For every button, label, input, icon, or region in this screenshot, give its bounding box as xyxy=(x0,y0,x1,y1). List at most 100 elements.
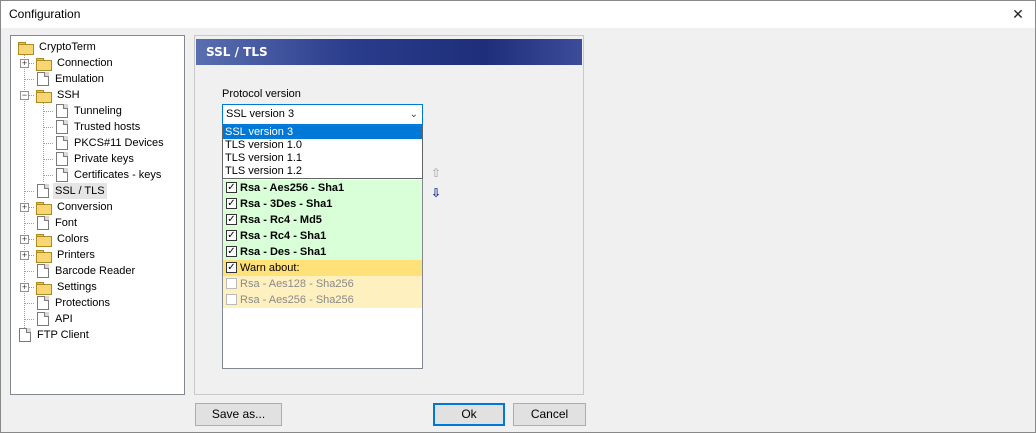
tree-item-barcode-reader[interactable]: Barcode Reader xyxy=(35,263,137,279)
protocol-option[interactable]: TLS version 1.0 xyxy=(223,139,422,152)
tree-item-label: FTP Client xyxy=(37,329,89,341)
tree-item-api[interactable]: API xyxy=(35,311,75,327)
folder-icon xyxy=(35,57,52,71)
tree-expander[interactable]: + xyxy=(20,59,29,68)
tree-item-label: Connection xyxy=(57,57,113,69)
tree-item-label: SSH xyxy=(57,89,80,101)
tree-item-printers[interactable]: Printers xyxy=(35,247,97,263)
tree-item-label: Conversion xyxy=(57,201,113,213)
tree-item-label: Printers xyxy=(57,249,95,261)
tree-item-label: Colors xyxy=(57,233,89,245)
ok-button[interactable]: Ok xyxy=(433,403,505,426)
cipher-row[interactable]: ✓ Rsa - Rc4 - Sha1 xyxy=(223,228,422,244)
tree-item-colors[interactable]: Colors xyxy=(35,231,91,247)
tree-item-cryptoterm[interactable]: CryptoTerm xyxy=(17,39,98,55)
tree-item-label: Private keys xyxy=(74,153,134,165)
tree-item-label: Certificates - keys xyxy=(74,169,162,181)
window-title: Configuration xyxy=(9,7,81,21)
cipher-label: Rsa - Aes256 - Sha1 xyxy=(240,182,345,194)
cipher-checkbox[interactable]: ✓ xyxy=(226,214,237,225)
cipher-row[interactable]: Rsa - Aes256 - Sha256 xyxy=(223,292,422,308)
protocol-option[interactable]: SSL version 3 xyxy=(223,126,422,139)
protocol-version-label: Protocol version xyxy=(222,88,301,100)
title-bar: Configuration ✕ xyxy=(1,1,1035,28)
page-icon xyxy=(37,296,49,310)
tree-item-label: SSL / TLS xyxy=(53,183,107,199)
protocol-version-dropdown[interactable]: SSL version 3 TLS version 1.0 TLS version … xyxy=(222,125,423,179)
tree-item-label: API xyxy=(55,313,73,325)
protocol-version-select[interactable]: SSL version 3 ⌄ xyxy=(222,104,423,125)
page-icon xyxy=(56,168,68,182)
tree-expander[interactable]: + xyxy=(20,203,29,212)
settings-tree[interactable]: CryptoTerm + Connection Emulation − SSH Tunnel… xyxy=(10,35,185,395)
tree-item-ssl-tls[interactable]: SSL / TLS xyxy=(35,183,107,199)
panel-title: SSL / TLS xyxy=(196,39,582,65)
folder-icon xyxy=(35,281,52,295)
cipher-row[interactable]: ✓ Rsa - 3Des - Sha1 xyxy=(223,196,422,212)
tree-item-label: Settings xyxy=(57,281,97,293)
page-icon xyxy=(37,312,49,326)
move-down-icon[interactable]: ⇩ xyxy=(431,186,441,200)
protocol-option[interactable]: TLS version 1.1 xyxy=(223,152,422,165)
ssl-tls-panel: SSL / TLS Protocol version SSL version 3… xyxy=(194,35,584,395)
protocol-option[interactable]: TLS version 1.2 xyxy=(223,165,422,178)
tree-item-certificates-keys[interactable]: Certificates - keys xyxy=(54,167,163,183)
tree-expander[interactable]: − xyxy=(20,91,29,100)
page-icon xyxy=(37,72,49,86)
tree-item-private-keys[interactable]: Private keys xyxy=(54,151,136,167)
tree-item-ssh[interactable]: SSH xyxy=(35,87,82,103)
tree-item-pkcs-11-devices[interactable]: PKCS#11 Devices xyxy=(54,135,166,151)
tree-expander[interactable]: + xyxy=(20,235,29,244)
page-icon xyxy=(56,120,68,134)
cancel-button[interactable]: Cancel xyxy=(513,403,586,426)
folder-icon xyxy=(35,233,52,247)
tree-item-trusted-hosts[interactable]: Trusted hosts xyxy=(54,119,142,135)
cipher-label: Rsa - 3Des - Sha1 xyxy=(240,198,333,210)
tree-item-label: CryptoTerm xyxy=(39,41,96,53)
folder-icon xyxy=(35,249,52,263)
configuration-window: Configuration ✕ CryptoTerm + Connection Emu… xyxy=(0,0,1036,433)
protocol-version-value: SSL version 3 xyxy=(226,108,295,120)
tree-item-label: Emulation xyxy=(55,73,104,85)
tree-item-conversion[interactable]: Conversion xyxy=(35,199,115,215)
page-icon xyxy=(37,184,49,198)
cipher-checkbox[interactable]: ✓ xyxy=(226,198,237,209)
tree-item-font[interactable]: Font xyxy=(35,215,79,231)
cipher-label: Rsa - Rc4 - Md5 xyxy=(240,214,322,226)
page-icon xyxy=(56,136,68,150)
cipher-checkbox[interactable]: ✓ xyxy=(226,182,237,193)
page-icon xyxy=(56,104,68,118)
folder-icon xyxy=(35,89,52,103)
move-up-icon[interactable]: ⇧ xyxy=(431,166,441,180)
cipher-checkbox[interactable]: ✓ xyxy=(226,246,237,257)
page-icon xyxy=(56,152,68,166)
warn-about-row[interactable]: ✓ Warn about: xyxy=(223,260,422,276)
close-button[interactable]: ✕ xyxy=(1001,1,1035,28)
tree-item-settings[interactable]: Settings xyxy=(35,279,99,295)
tree-item-protections[interactable]: Protections xyxy=(35,295,112,311)
cipher-row[interactable]: Rsa - Aes128 - Sha256 xyxy=(223,276,422,292)
tree-item-emulation[interactable]: Emulation xyxy=(35,71,106,87)
cipher-row[interactable]: ✓ Rsa - Rc4 - Md5 xyxy=(223,212,422,228)
cipher-row[interactable]: ✓ Rsa - Des - Sha1 xyxy=(223,244,422,260)
tree-item-tunneling[interactable]: Tunneling xyxy=(54,103,124,119)
page-icon xyxy=(19,328,31,342)
cipher-checkbox[interactable]: ✓ xyxy=(226,230,237,241)
save-as-button[interactable]: Save as... xyxy=(195,403,282,426)
tree-item-label: Trusted hosts xyxy=(74,121,141,133)
tree-item-ftp-client[interactable]: FTP Client xyxy=(17,327,91,343)
page-icon xyxy=(37,264,49,278)
cipher-label: Rsa - Aes256 - Sha256 xyxy=(240,294,354,306)
tree-expander[interactable]: + xyxy=(20,251,29,260)
chevron-down-icon[interactable]: ⌄ xyxy=(410,105,418,124)
tree-expander[interactable]: + xyxy=(20,283,29,292)
cipher-checkbox[interactable] xyxy=(226,294,237,305)
cipher-checkbox[interactable] xyxy=(226,278,237,289)
tree-item-connection[interactable]: Connection xyxy=(35,55,115,71)
tree-item-label: Protections xyxy=(55,297,111,309)
page-icon xyxy=(37,216,49,230)
cipher-row[interactable]: ✓ Rsa - Aes256 - Sha1 xyxy=(223,180,422,196)
cipher-checkbox[interactable]: ✓ xyxy=(226,262,237,273)
cipher-label: Rsa - Des - Sha1 xyxy=(240,246,327,258)
cipher-label: Warn about: xyxy=(240,262,300,274)
